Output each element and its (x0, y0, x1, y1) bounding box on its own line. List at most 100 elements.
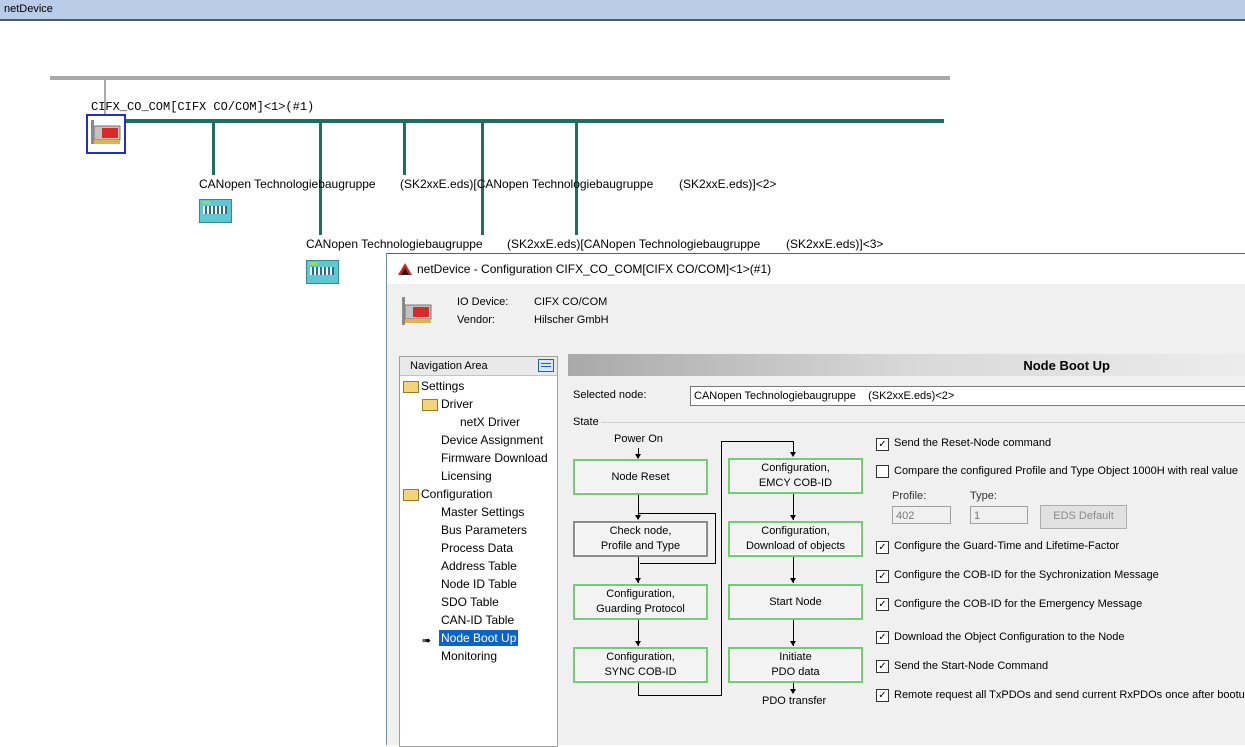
flow-arrow (790, 578, 796, 583)
state-group-label: State (573, 416, 599, 428)
start-node-text: Start Node (769, 595, 822, 608)
nav-sdo-table[interactable]: SDO Table (441, 595, 499, 609)
dialog-title-bar[interactable]: netDevice - Configuration CIFX_CO_COM[CI… (387, 253, 1245, 284)
compare-profile-checkbox[interactable] (876, 465, 889, 478)
initiate-text-2: PDO data (771, 666, 820, 678)
nav-address-table[interactable]: Address Table (441, 559, 517, 573)
slave2-device-icon[interactable] (306, 260, 339, 284)
io-device-value: CIFX CO/COM (534, 296, 608, 308)
io-device-label: IO Device: (457, 296, 509, 308)
cob-sync-label: Configure the COB-ID for the Sychronizat… (894, 569, 1159, 581)
device-card-icon (402, 297, 432, 325)
navigation-toggle-icon[interactable] (538, 359, 554, 372)
download-text-1: Configuration, (761, 525, 830, 537)
driver-folder-icon (422, 399, 438, 411)
vendor-label: Vendor: (457, 314, 495, 326)
nav-bus-parameters[interactable]: Bus Parameters (441, 523, 527, 537)
compare-profile-label: Compare the configured Profile and Type … (894, 465, 1239, 477)
nav-driver[interactable]: Driver (441, 397, 473, 411)
master-label: CIFX_CO_COM[CIFX CO/COM]<1>(#1) (91, 100, 315, 114)
nav-device-assignment[interactable]: Device Assignment (441, 433, 543, 447)
slave1-device-icon[interactable] (199, 199, 232, 223)
flow-line (715, 513, 716, 564)
sync-cob-id-box: Configuration, SYNC COB-ID (573, 647, 708, 683)
guarding-protocol-box: Configuration, Guarding Protocol (573, 584, 708, 620)
profile-field[interactable]: 402 (892, 506, 951, 524)
emcy-text-2: EMCY COB-ID (758, 477, 833, 489)
sync-text-2: SYNC COB-ID (604, 666, 677, 678)
download-objects-label: Download the Object Configuration to the… (894, 631, 1125, 643)
selected-node-select[interactable]: CANopen Technologiebaugruppe (SK2xxE.eds… (690, 386, 1245, 406)
slave1-drop (212, 119, 215, 175)
pdo-transfer-label: PDO transfer (762, 695, 827, 707)
state-group-line (601, 422, 1245, 423)
node-reset-text: Node Reset (611, 470, 670, 483)
check-node-text-1: Check node, (609, 525, 672, 537)
flow-arrow (790, 515, 796, 520)
cob-emcy-checkbox[interactable]: ✓ (876, 598, 889, 611)
guard-time-checkbox[interactable]: ✓ (876, 541, 889, 554)
cob-emcy-label: Configure the COB-ID for the Emergency M… (894, 598, 1143, 610)
nav-firmware-download[interactable]: Firmware Download (441, 451, 548, 465)
nav-configuration[interactable]: Configuration (421, 487, 492, 501)
canopen-bus-line[interactable] (107, 119, 944, 123)
nav-node-boot-up[interactable]: Node Boot Up (439, 630, 519, 646)
nav-settings[interactable]: Settings (421, 379, 464, 393)
profile-label: Profile: (892, 490, 927, 502)
selected-node-value: CANopen Technologiebaugruppe (SK2xxE.eds… (694, 390, 955, 402)
check-node-text-2: Profile and Type (600, 540, 681, 552)
bus-drop-3 (403, 119, 406, 175)
cob-sync-checkbox[interactable]: ✓ (876, 570, 889, 583)
download-objects-box: Configuration, Download of objects (728, 521, 863, 557)
flow-line (638, 513, 716, 514)
nav-master-settings[interactable]: Master Settings (441, 505, 524, 519)
vendor-value: Hilscher GmbH (534, 314, 609, 326)
reset-node-label: Send the Reset-Node command (894, 437, 1052, 449)
start-node-box: Start Node (728, 584, 863, 620)
navigation-area: Navigation Area Settings Driver netX Dri… (399, 356, 558, 747)
slave1-suffix: (SK2xxE.eds)]<2> (679, 177, 777, 191)
sync-text-1: Configuration, (606, 651, 675, 663)
nav-licensing[interactable]: Licensing (441, 469, 492, 483)
emcy-cob-id-box: Configuration, EMCY COB-ID (728, 458, 863, 494)
navigation-header-label: Navigation Area (410, 360, 488, 372)
slave1-eds: (SK2xxE.eds)[CANopen Technologiebaugrupp… (400, 177, 654, 191)
guarding-text-2: Guarding Protocol (596, 603, 685, 615)
configuration-dialog: netDevice - Configuration CIFX_CO_COM[CI… (386, 253, 1245, 747)
slave2-suffix: (SK2xxE.eds)]<3> (786, 237, 884, 251)
reset-node-checkbox[interactable]: ✓ (876, 438, 889, 451)
download-objects-checkbox[interactable]: ✓ (876, 631, 889, 644)
power-on-label: Power On (614, 433, 663, 445)
remote-request-label: Remote request all TxPDOs and send curre… (894, 689, 1245, 701)
flow-line (638, 695, 722, 696)
flow-arrow (790, 641, 796, 646)
type-field[interactable]: 1 (970, 506, 1028, 524)
selected-node-label: Selected node: (573, 389, 647, 401)
initiate-text-1: Initiate (779, 651, 812, 663)
master-device-icon[interactable] (86, 114, 126, 154)
profile-value: 402 (896, 510, 915, 522)
flow-arrow (790, 689, 796, 694)
top-network-line (50, 76, 950, 80)
flow-arrow (635, 578, 641, 583)
flow-line (640, 563, 716, 564)
node-reset-box: Node Reset (573, 459, 708, 495)
app-title-bar: netDevice (0, 0, 1245, 21)
remote-request-checkbox[interactable]: ✓ (876, 689, 889, 702)
nav-node-id-table[interactable]: Node ID Table (441, 577, 517, 591)
flow-line (721, 441, 722, 696)
eds-default-button[interactable]: EDS Default (1040, 505, 1127, 529)
nav-monitoring[interactable]: Monitoring (441, 649, 497, 663)
guard-time-label: Configure the Guard-Time and Lifetime-Fa… (894, 540, 1120, 552)
eds-default-label: EDS Default (1053, 510, 1114, 522)
flow-line (721, 441, 794, 442)
nav-process-data[interactable]: Process Data (441, 541, 513, 555)
nav-netx-driver[interactable]: netX Driver (460, 415, 520, 429)
slave2-eds: (SK2xxE.eds)[CANopen Technologiebaugrupp… (507, 237, 761, 251)
configuration-folder-icon (403, 489, 419, 501)
settings-folder-icon (403, 381, 419, 393)
nav-can-id-table[interactable]: CAN-ID Table (441, 613, 514, 627)
slave2-name: CANopen Technologiebaugruppe (306, 237, 483, 251)
start-node-checkbox[interactable]: ✓ (876, 660, 889, 673)
flow-arrow (790, 452, 796, 457)
